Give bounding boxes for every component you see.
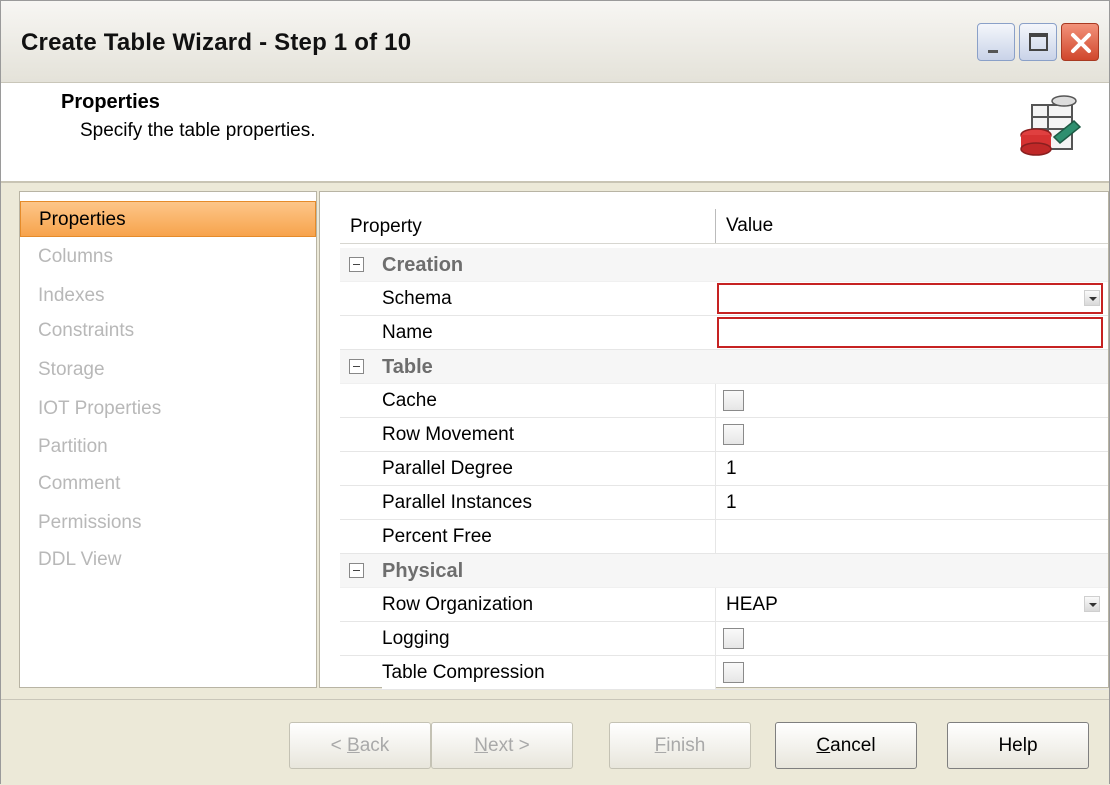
row-row-organization[interactable]: Row Organization HEAP: [340, 588, 1108, 622]
row-logging[interactable]: Logging: [340, 622, 1108, 656]
nav-item-iot-properties[interactable]: IOT Properties: [20, 391, 316, 427]
back-button[interactable]: < Back: [289, 722, 431, 769]
finish-mnemonic: F: [654, 735, 667, 756]
close-icon: [1071, 33, 1091, 53]
next-label: ext >: [488, 735, 530, 756]
row-table-compression[interactable]: Table Compression: [340, 656, 1108, 690]
button-bar: < Back Next > Finish Cancel Help: [1, 699, 1109, 785]
create-table-icon: [1020, 95, 1082, 156]
row-row-movement[interactable]: Row Movement: [340, 418, 1108, 452]
logging-checkbox[interactable]: [723, 628, 744, 649]
column-header-property[interactable]: Property: [350, 216, 422, 238]
property-label: Row Organization: [382, 588, 715, 621]
property-label: Parallel Degree: [382, 452, 715, 485]
schema-select[interactable]: [717, 283, 1103, 314]
row-percent-free[interactable]: Percent Free: [340, 520, 1108, 554]
grid-header: Property Value: [340, 209, 1108, 244]
row-name[interactable]: Name: [340, 316, 1108, 350]
nav-item-partition[interactable]: Partition: [20, 429, 316, 465]
collapse-icon[interactable]: [349, 257, 364, 272]
help-button[interactable]: Help: [947, 722, 1089, 769]
value-cell: [715, 384, 1108, 417]
value-cell: [715, 622, 1108, 655]
property-label: Percent Free: [382, 520, 715, 553]
nav-item-comment[interactable]: Comment: [20, 466, 316, 502]
page-subtitle: Specify the table properties.: [80, 120, 316, 141]
back-prefix: <: [330, 735, 348, 756]
category-label: Physical: [382, 560, 464, 582]
value-cell: [715, 418, 1108, 451]
value-cell: [715, 656, 1108, 689]
cancel-button[interactable]: Cancel: [775, 722, 917, 769]
nav-item-storage[interactable]: Storage: [20, 352, 316, 388]
collapse-icon[interactable]: [349, 563, 364, 578]
percent-free-input[interactable]: [715, 520, 1108, 553]
minimize-button[interactable]: [977, 23, 1015, 61]
property-grid: Property Value Creation Schema Name Tabl…: [319, 191, 1109, 690]
next-mnemonic: N: [474, 735, 488, 756]
nav-item-permissions[interactable]: Permissions: [20, 505, 316, 541]
property-label: Schema: [382, 282, 715, 315]
maximize-button[interactable]: [1019, 23, 1057, 61]
row-parallel-degree[interactable]: Parallel Degree 1: [340, 452, 1108, 486]
nav-item-properties[interactable]: Properties: [20, 201, 316, 237]
property-label: Parallel Instances: [382, 486, 715, 519]
category-creation[interactable]: Creation: [340, 248, 1108, 282]
back-label: ack: [359, 735, 390, 756]
nav-item-ddl-view[interactable]: DDL View: [20, 542, 316, 578]
nav-item-columns[interactable]: Columns: [20, 239, 316, 275]
minimize-icon: [988, 50, 998, 53]
cancel-label: ancel: [830, 735, 876, 756]
category-label: Creation: [382, 254, 464, 276]
table-compression-checkbox[interactable]: [723, 662, 744, 683]
category-label: Table: [382, 356, 433, 378]
property-label: Name: [382, 316, 715, 349]
next-button[interactable]: Next >: [431, 722, 573, 769]
category-physical[interactable]: Physical: [340, 554, 1108, 588]
property-label: Cache: [382, 384, 715, 417]
column-header-value[interactable]: Value: [715, 209, 773, 243]
property-label: Logging: [382, 622, 715, 655]
parallel-degree-input[interactable]: 1: [715, 452, 1108, 485]
back-mnemonic: B: [347, 735, 360, 756]
title-bar[interactable]: Create Table Wizard - Step 1 of 10: [1, 1, 1109, 83]
finish-label: inish: [666, 735, 706, 756]
chevron-down-icon[interactable]: [1084, 290, 1100, 306]
window-title: Create Table Wizard - Step 1 of 10: [21, 29, 412, 56]
row-organization-select[interactable]: HEAP: [715, 588, 1108, 621]
name-input[interactable]: [717, 317, 1103, 348]
cache-checkbox[interactable]: [723, 390, 744, 411]
wizard-header: Properties Specify the table properties.: [1, 83, 1109, 183]
close-button[interactable]: [1061, 23, 1099, 61]
category-table[interactable]: Table: [340, 350, 1108, 384]
page-title: Properties: [61, 91, 160, 113]
row-movement-checkbox[interactable]: [723, 424, 744, 445]
row-cache[interactable]: Cache: [340, 384, 1108, 418]
row-schema[interactable]: Schema: [340, 282, 1108, 316]
chevron-down-icon[interactable]: [1084, 596, 1100, 612]
cancel-mnemonic: C: [816, 735, 831, 756]
nav-item-constraints[interactable]: Constraints: [20, 313, 316, 349]
step-nav: Properties Columns Indexes Constraints S…: [19, 191, 317, 688]
row-parallel-instances[interactable]: Parallel Instances 1: [340, 486, 1108, 520]
finish-button[interactable]: Finish: [609, 722, 751, 769]
property-label: Table Compression: [382, 656, 715, 689]
parallel-instances-input[interactable]: 1: [715, 486, 1108, 519]
maximize-icon: [1029, 33, 1048, 51]
property-label: Row Movement: [382, 418, 715, 451]
nav-item-indexes[interactable]: Indexes: [20, 278, 316, 314]
wizard-window: Create Table Wizard - Step 1 of 10 Prope…: [0, 0, 1110, 785]
collapse-icon[interactable]: [349, 359, 364, 374]
